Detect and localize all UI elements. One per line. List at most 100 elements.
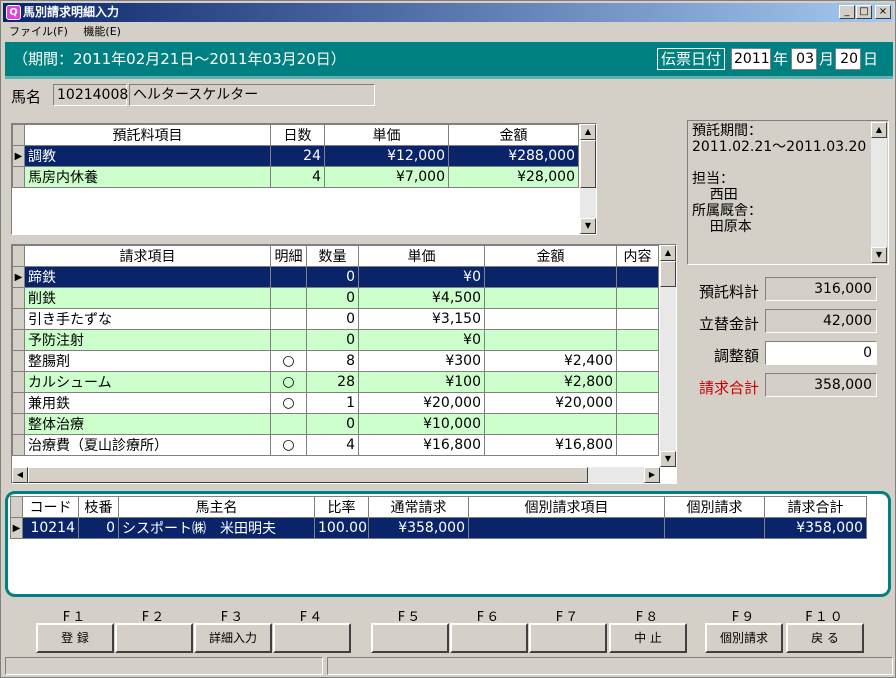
billing-unit[interactable]: ¥10,000 xyxy=(358,413,485,435)
scroll-down-icon[interactable]: ▼ xyxy=(580,218,596,234)
owner-branch[interactable]: 0 xyxy=(78,517,119,539)
deposit-amount[interactable]: ¥288,000 xyxy=(448,145,579,167)
f2-button[interactable] xyxy=(115,623,193,653)
billing-unit[interactable]: ¥3,150 xyxy=(358,308,485,330)
deposit-unit[interactable]: ¥12,000 xyxy=(324,145,449,167)
deposit-days[interactable]: 4 xyxy=(270,166,325,188)
deposit-item[interactable]: 馬房内休養 xyxy=(24,166,271,188)
billing-unit[interactable]: ¥0 xyxy=(358,329,485,351)
billing-amount[interactable] xyxy=(484,308,617,330)
billing-vscrollbar[interactable]: ▲ ▼ xyxy=(660,245,676,467)
billing-unit[interactable]: ¥16,800 xyxy=(358,434,485,456)
billing-qty[interactable]: 0 xyxy=(306,287,359,309)
billing-qty[interactable]: 0 xyxy=(306,329,359,351)
deposit-days[interactable]: 24 xyxy=(270,145,325,167)
table-row[interactable]: 引き手たずな 0 ¥3,150 xyxy=(12,308,659,330)
billing-item[interactable]: カルシューム xyxy=(24,371,271,393)
slip-month-input[interactable]: 03 xyxy=(791,48,817,70)
billing-qty[interactable]: 0 xyxy=(306,266,359,288)
billing-content[interactable] xyxy=(616,350,659,372)
f6-button[interactable] xyxy=(450,623,528,653)
billing-qty[interactable]: 28 xyxy=(306,371,359,393)
billing-item[interactable]: 治療費（夏山診療所） xyxy=(24,434,271,456)
billing-detail[interactable]: ○ xyxy=(270,350,307,372)
owner-individual-item[interactable] xyxy=(468,517,665,539)
billing-detail[interactable] xyxy=(270,287,307,309)
billing-unit[interactable]: ¥100 xyxy=(358,371,485,393)
table-row[interactable]: 整体治療 0 ¥10,000 xyxy=(12,413,659,435)
billing-amount[interactable]: ¥16,800 xyxy=(484,434,617,456)
table-row[interactable]: 整腸剤 ○ 8 ¥300 ¥2,400 xyxy=(12,350,659,372)
scroll-thumb[interactable] xyxy=(660,261,676,287)
scroll-up-icon[interactable]: ▲ xyxy=(660,245,676,261)
billing-hscrollbar[interactable]: ◀ ▶ xyxy=(12,467,660,483)
detail-input-button[interactable]: 詳細入力 xyxy=(194,623,272,653)
billing-qty[interactable]: 8 xyxy=(306,350,359,372)
table-row[interactable]: 治療費（夏山診療所） ○ 4 ¥16,800 ¥16,800 xyxy=(12,434,659,456)
deposit-vscrollbar[interactable]: ▲ ▼ xyxy=(580,124,596,234)
billing-detail[interactable]: ○ xyxy=(270,392,307,414)
deposit-unit[interactable]: ¥7,000 xyxy=(324,166,449,188)
scroll-down-icon[interactable]: ▼ xyxy=(660,451,676,467)
table-row[interactable]: ▶ 蹄鉄 0 ¥0 xyxy=(12,266,659,288)
billing-detail[interactable] xyxy=(270,308,307,330)
menu-file[interactable]: ファイル(F) xyxy=(3,23,74,41)
billing-content[interactable] xyxy=(616,392,659,414)
billing-content[interactable] xyxy=(616,413,659,435)
scroll-thumb[interactable] xyxy=(580,140,596,188)
horse-name-field[interactable]: ヘルタースケルター xyxy=(129,84,375,106)
billing-qty[interactable]: 4 xyxy=(306,434,359,456)
table-row[interactable]: 兼用鉄 ○ 1 ¥20,000 ¥20,000 xyxy=(12,392,659,414)
scroll-left-icon[interactable]: ◀ xyxy=(12,467,28,483)
memo-vscrollbar[interactable]: ▲ ▼ xyxy=(871,122,887,263)
table-row[interactable]: 予防注射 0 ¥0 xyxy=(12,329,659,351)
billing-detail[interactable] xyxy=(270,266,307,288)
billing-item[interactable]: 蹄鉄 xyxy=(24,266,271,288)
billing-item[interactable]: 引き手たずな xyxy=(24,308,271,330)
billing-item[interactable]: 予防注射 xyxy=(24,329,271,351)
billing-item[interactable]: 整腸剤 xyxy=(24,350,271,372)
billing-content[interactable] xyxy=(616,266,659,288)
billing-unit[interactable]: ¥20,000 xyxy=(358,392,485,414)
billing-item[interactable]: 整体治療 xyxy=(24,413,271,435)
billing-unit[interactable]: ¥4,500 xyxy=(358,287,485,309)
owner-total[interactable]: ¥358,000 xyxy=(764,517,867,539)
billing-amount[interactable] xyxy=(484,287,617,309)
owner-individual[interactable] xyxy=(664,517,765,539)
minimize-icon[interactable]: _ xyxy=(839,5,855,19)
scroll-thumb[interactable] xyxy=(28,467,588,483)
close-icon[interactable]: × xyxy=(875,5,891,19)
deposit-amount[interactable]: ¥28,000 xyxy=(448,166,579,188)
billing-content[interactable] xyxy=(616,308,659,330)
table-row[interactable]: ▶ 10214 0 シスポート㈱ 米田明夫 100.00 ¥358,000 ¥3… xyxy=(10,517,867,539)
scroll-up-icon[interactable]: ▲ xyxy=(871,122,887,138)
billing-detail[interactable]: ○ xyxy=(270,434,307,456)
memo-box[interactable]: 預託期間： 2011.02.21～2011.03.20 担当： 西田 所属厩舎：… xyxy=(687,120,889,265)
owner-code[interactable]: 10214 xyxy=(22,517,79,539)
table-row[interactable]: ▶ 調教 24 ¥12,000 ¥288,000 xyxy=(12,145,579,167)
billing-content[interactable] xyxy=(616,434,659,456)
billing-amount[interactable] xyxy=(484,329,617,351)
billing-qty[interactable]: 0 xyxy=(306,413,359,435)
billing-detail[interactable] xyxy=(270,329,307,351)
owner-ratio[interactable]: 100.00 xyxy=(314,517,369,539)
cancel-button[interactable]: 中 止 xyxy=(609,623,687,653)
billing-item[interactable]: 兼用鉄 xyxy=(24,392,271,414)
billing-qty[interactable]: 0 xyxy=(306,308,359,330)
billing-amount[interactable]: ¥20,000 xyxy=(484,392,617,414)
billing-amount[interactable] xyxy=(484,413,617,435)
billing-unit[interactable]: ¥300 xyxy=(358,350,485,372)
billing-content[interactable] xyxy=(616,329,659,351)
scroll-up-icon[interactable]: ▲ xyxy=(580,124,596,140)
billing-amount[interactable]: ¥2,400 xyxy=(484,350,617,372)
billing-item[interactable]: 削鉄 xyxy=(24,287,271,309)
menu-function[interactable]: 機能(E) xyxy=(77,23,127,41)
billing-detail[interactable]: ○ xyxy=(270,371,307,393)
billing-qty[interactable]: 1 xyxy=(306,392,359,414)
slip-year-input[interactable]: 2011 xyxy=(731,48,771,70)
horse-code-field[interactable]: 10214008 xyxy=(53,84,128,106)
table-row[interactable]: カルシューム ○ 28 ¥100 ¥2,800 xyxy=(12,371,659,393)
register-button[interactable]: 登 録 xyxy=(36,623,114,653)
billing-unit[interactable]: ¥0 xyxy=(358,266,485,288)
maximize-icon[interactable]: □ xyxy=(856,5,872,19)
